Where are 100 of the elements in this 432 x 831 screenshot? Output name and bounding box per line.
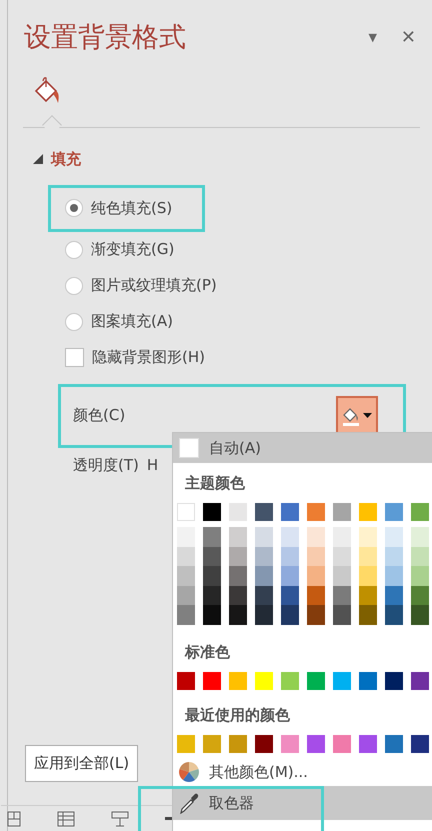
color-swatch[interactable] xyxy=(385,527,403,547)
color-swatch[interactable] xyxy=(177,586,195,606)
color-swatch[interactable] xyxy=(333,566,351,586)
color-swatch[interactable] xyxy=(203,503,221,521)
color-swatch[interactable] xyxy=(255,503,273,521)
color-swatch[interactable] xyxy=(255,527,273,547)
option-label[interactable]: 隐藏背景图形(H) xyxy=(92,346,205,369)
color-swatch[interactable] xyxy=(411,586,429,606)
color-swatch[interactable] xyxy=(359,672,377,690)
menu-item[interactable]: 自动(A) xyxy=(173,433,432,463)
color-swatch[interactable] xyxy=(359,734,377,753)
color-swatch[interactable] xyxy=(359,527,377,547)
menu-item[interactable]: 其他颜色(M)... xyxy=(173,758,432,786)
color-swatch[interactable] xyxy=(359,503,377,521)
checkbox[interactable] xyxy=(65,348,84,367)
color-swatch[interactable] xyxy=(281,527,299,547)
radio-button[interactable] xyxy=(65,312,83,330)
color-swatch[interactable] xyxy=(333,503,351,521)
color-swatch[interactable] xyxy=(255,566,273,586)
color-swatch[interactable] xyxy=(255,546,273,566)
color-swatch[interactable] xyxy=(307,605,325,625)
color-swatch[interactable] xyxy=(203,586,221,606)
color-swatch[interactable] xyxy=(281,605,299,625)
color-swatch[interactable] xyxy=(203,566,221,586)
color-swatch[interactable] xyxy=(229,734,247,753)
color-swatch[interactable] xyxy=(359,566,377,586)
color-swatch[interactable] xyxy=(255,734,273,753)
color-swatch[interactable] xyxy=(307,734,325,753)
color-swatch[interactable] xyxy=(203,734,221,753)
panel-menu-button[interactable]: ▼ xyxy=(368,30,377,46)
color-swatch[interactable] xyxy=(359,605,377,625)
color-swatch[interactable] xyxy=(385,546,403,566)
color-swatch[interactable] xyxy=(281,734,299,753)
color-swatch[interactable] xyxy=(203,527,221,547)
color-swatch[interactable] xyxy=(177,546,195,566)
color-swatch[interactable] xyxy=(333,527,351,547)
color-swatch[interactable] xyxy=(333,672,351,690)
color-swatch[interactable] xyxy=(255,672,273,690)
option-label[interactable]: 渐变填充(G) xyxy=(91,238,174,261)
color-swatch[interactable] xyxy=(203,672,221,690)
option-label[interactable]: 图案填充(A) xyxy=(91,310,173,333)
color-swatch[interactable] xyxy=(177,503,195,521)
color-swatch[interactable] xyxy=(359,586,377,606)
color-swatch[interactable] xyxy=(281,566,299,586)
radio-button[interactable] xyxy=(65,240,83,258)
color-swatch[interactable] xyxy=(359,546,377,566)
fill-icon[interactable] xyxy=(34,77,60,105)
radio-button[interactable] xyxy=(65,276,83,294)
color-swatch[interactable] xyxy=(333,734,351,753)
color-swatch[interactable] xyxy=(281,586,299,606)
color-swatch[interactable] xyxy=(229,503,247,521)
color-swatch[interactable] xyxy=(255,586,273,606)
color-swatch[interactable] xyxy=(385,503,403,521)
color-swatch[interactable] xyxy=(281,503,299,521)
color-swatch[interactable] xyxy=(411,527,429,547)
color-swatch[interactable] xyxy=(307,503,325,521)
color-swatch[interactable] xyxy=(177,672,195,690)
color-swatch[interactable] xyxy=(177,734,195,753)
color-swatch[interactable] xyxy=(203,546,221,566)
color-swatch[interactable] xyxy=(385,586,403,606)
color-swatch[interactable] xyxy=(229,546,247,566)
color-swatch[interactable] xyxy=(177,605,195,625)
menu-item[interactable]: 取色器 xyxy=(173,786,432,820)
color-swatch[interactable] xyxy=(333,546,351,566)
option-label[interactable]: 图片或纹理填充(P) xyxy=(91,274,217,297)
color-swatch[interactable] xyxy=(229,605,247,625)
color-swatch[interactable] xyxy=(385,566,403,586)
color-swatch[interactable] xyxy=(411,503,429,521)
color-swatch[interactable] xyxy=(411,734,429,753)
color-swatch[interactable] xyxy=(307,566,325,586)
color-swatch[interactable] xyxy=(281,672,299,690)
color-swatch[interactable] xyxy=(411,566,429,586)
color-swatch[interactable] xyxy=(411,672,429,690)
close-button[interactable]: ✕ xyxy=(400,24,416,51)
apply-to-all-button[interactable]: 应用到全部(L) xyxy=(25,745,138,782)
color-swatch[interactable] xyxy=(333,605,351,625)
color-swatch[interactable] xyxy=(229,527,247,547)
option-label[interactable]: 纯色填充(S) xyxy=(91,196,172,220)
color-swatch[interactable] xyxy=(333,586,351,606)
color-swatch[interactable] xyxy=(385,734,403,753)
outline-view-icon xyxy=(57,810,75,828)
color-swatch[interactable] xyxy=(203,605,221,625)
color-swatch[interactable] xyxy=(229,586,247,606)
color-swatch[interactable] xyxy=(411,546,429,566)
color-swatch[interactable] xyxy=(385,672,403,690)
color-swatch[interactable] xyxy=(307,672,325,690)
color-swatch[interactable] xyxy=(229,672,247,690)
field-value: H xyxy=(146,454,158,476)
color-swatch[interactable] xyxy=(281,546,299,566)
color-swatch[interactable] xyxy=(307,527,325,547)
color-swatch[interactable] xyxy=(255,605,273,625)
color-swatch[interactable] xyxy=(411,605,429,625)
color-swatch[interactable] xyxy=(385,605,403,625)
color-swatch[interactable] xyxy=(307,586,325,606)
radio-button[interactable] xyxy=(65,199,83,217)
color-swatch[interactable] xyxy=(177,566,195,586)
section-title[interactable]: 填充 xyxy=(51,148,81,170)
color-swatch[interactable] xyxy=(177,527,195,547)
color-swatch[interactable] xyxy=(229,566,247,586)
color-swatch[interactable] xyxy=(307,546,325,566)
